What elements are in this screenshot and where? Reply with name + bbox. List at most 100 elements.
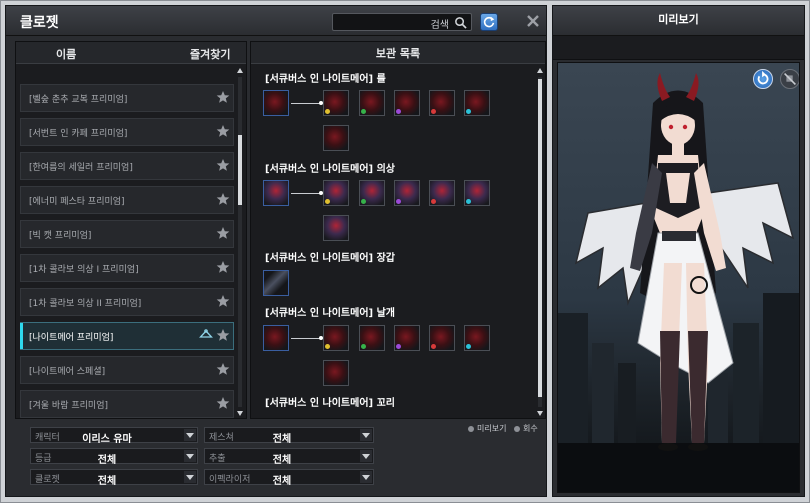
item-slot[interactable] xyxy=(263,270,289,296)
rotate-icon xyxy=(757,70,769,85)
item-slot[interactable] xyxy=(429,90,455,116)
item-slot[interactable] xyxy=(359,180,385,206)
list-item-label: [서번트 인 카페 프리미엄] xyxy=(29,129,128,139)
item-slot[interactable] xyxy=(464,90,490,116)
section-title: [서큐버스 인 나이트메어] 룰 xyxy=(265,74,386,85)
chevron-down-icon[interactable] xyxy=(184,471,196,483)
filter-value: 전체 xyxy=(97,455,117,466)
preview-option-label: 미리보기 xyxy=(477,424,507,433)
list-scrollbar[interactable] xyxy=(236,67,244,417)
search-label: 검색 xyxy=(430,20,449,31)
item-slot[interactable] xyxy=(323,90,349,116)
search-input[interactable]: 검색 xyxy=(332,13,472,31)
list-item-label: [1차 콜라보 의상 I 프리미엄] xyxy=(29,265,139,275)
item-slot[interactable] xyxy=(323,325,349,351)
item-slot[interactable] xyxy=(323,180,349,206)
list-item[interactable]: [빅 캣 프리미엄] xyxy=(20,220,234,248)
filter-value: 이리스 유마 xyxy=(82,434,132,445)
star-icon[interactable] xyxy=(216,328,230,342)
item-slot[interactable] xyxy=(429,325,455,351)
slash-icon xyxy=(784,73,796,85)
star-icon[interactable] xyxy=(216,158,230,172)
character-figure-image xyxy=(574,73,795,451)
filter-value: 전체 xyxy=(272,476,292,487)
star-icon[interactable] xyxy=(216,226,230,240)
item-slot[interactable] xyxy=(323,360,349,386)
hide-toggle-button[interactable] xyxy=(780,69,799,89)
closet-window: 클로젯 검색 이름 즐겨찾기 [벨숲 춘추 교복 프리미엄] [서번트 인 카페… xyxy=(5,5,547,497)
filter-gesture[interactable]: 제스쳐 전체 xyxy=(204,427,374,445)
filter-extract[interactable]: 추출 전체 xyxy=(204,448,374,466)
list-item-label: [나이트메어 스페셜] xyxy=(29,367,106,377)
item-slot[interactable] xyxy=(323,215,349,241)
item-slot[interactable] xyxy=(263,325,289,351)
list-item[interactable]: [벨숲 춘추 교복 프리미엄] xyxy=(20,84,234,112)
chevron-down-icon[interactable] xyxy=(360,471,372,483)
item-slot[interactable] xyxy=(263,180,289,206)
star-icon[interactable] xyxy=(216,124,230,138)
item-slot[interactable] xyxy=(263,90,289,116)
filter-grade[interactable]: 등급 전체 xyxy=(30,448,198,466)
list-item[interactable]: [서번트 인 카페 프리미엄] xyxy=(20,118,234,146)
list-col-favorite[interactable]: 즐겨찾기 xyxy=(190,46,230,62)
filter-equalizer[interactable]: 이펙라이저 전체 xyxy=(204,469,374,487)
item-slot[interactable] xyxy=(464,325,490,351)
filter-closet[interactable]: 클로젯 전체 xyxy=(30,469,198,487)
section-title: [서큐버스 인 나이트메어] 날개 xyxy=(265,308,395,319)
closet-title: 클로젯 xyxy=(20,15,59,31)
list-item-label: [한여름의 세일러 프리미엄] xyxy=(29,163,133,173)
chevron-down-icon[interactable] xyxy=(360,429,372,441)
storage-title: 보관 목록 xyxy=(375,47,421,60)
star-icon[interactable] xyxy=(216,396,230,410)
preview-title: 미리보기 xyxy=(658,13,699,26)
item-slot[interactable] xyxy=(464,180,490,206)
item-slot[interactable] xyxy=(359,90,385,116)
item-slot[interactable] xyxy=(394,180,420,206)
star-icon[interactable] xyxy=(216,90,230,104)
list-header: 이름 즐겨찾기 xyxy=(16,42,246,64)
list-item[interactable]: [한여름의 세일러 프리미엄] xyxy=(20,152,234,180)
section-title: [서큐버스 인 나이트메어] 꼬리 xyxy=(265,398,395,409)
storage-scrollbar[interactable] xyxy=(536,67,544,417)
item-slot[interactable] xyxy=(359,325,385,351)
count-option-label: 회수 xyxy=(523,424,538,433)
star-icon[interactable] xyxy=(216,294,230,308)
search-icon[interactable] xyxy=(454,16,467,29)
item-slot[interactable] xyxy=(394,325,420,351)
list-item-label: [빅 캣 프리미엄] xyxy=(29,231,92,241)
filter-character[interactable]: 캐릭터 이리스 유마 xyxy=(30,427,198,445)
list-item[interactable]: [겨울 바람 프리미엄] xyxy=(20,390,234,418)
list-item[interactable]: [1차 콜라보 의상 I 프리미엄] xyxy=(20,254,234,282)
filter-value: 전체 xyxy=(97,476,117,487)
preview-title-bar: 미리보기 xyxy=(553,6,804,36)
list-item[interactable]: [1차 콜라보 의상 II 프리미엄] xyxy=(20,288,234,316)
chevron-down-icon[interactable] xyxy=(360,450,372,462)
item-slot[interactable] xyxy=(394,90,420,116)
list-item-label: [나이트메어 프리미엄] xyxy=(29,333,114,343)
preview-option[interactable]: 미리보기 xyxy=(468,423,506,434)
list-item-selected[interactable]: [나이트메어 프리미엄] xyxy=(20,322,234,350)
list-item[interactable]: [에너미 페스타 프리미엄] xyxy=(20,186,234,214)
list-item-label: [벨숲 춘추 교복 프리미엄] xyxy=(29,95,128,105)
item-slot[interactable] xyxy=(429,180,455,206)
list-item[interactable]: [나이트메어 스페셜] xyxy=(20,356,234,384)
star-icon[interactable] xyxy=(216,192,230,206)
preview-toolbar xyxy=(553,36,804,60)
hanger-icon[interactable] xyxy=(199,329,213,341)
chevron-down-icon[interactable] xyxy=(184,450,196,462)
section-title: [서큐버스 인 나이트메어] 의상 xyxy=(265,164,395,175)
item-slot[interactable] xyxy=(323,125,349,151)
count-option[interactable]: 회수 xyxy=(514,423,538,434)
star-icon[interactable] xyxy=(216,362,230,376)
list-col-name: 이름 xyxy=(56,48,77,61)
rotate-button[interactable] xyxy=(753,69,773,89)
item-link-line xyxy=(291,336,323,340)
character-preview-stage[interactable] xyxy=(557,62,800,493)
refresh-button[interactable] xyxy=(480,13,498,31)
list-item-label: [겨울 바람 프리미엄] xyxy=(29,401,108,411)
filter-value: 전체 xyxy=(272,455,292,466)
chevron-down-icon[interactable] xyxy=(184,429,196,441)
star-icon[interactable] xyxy=(216,260,230,274)
costume-list: [벨숲 춘추 교복 프리미엄] [서번트 인 카페 프리미엄] [한여름의 세일… xyxy=(20,84,234,424)
close-button[interactable] xyxy=(525,13,541,29)
